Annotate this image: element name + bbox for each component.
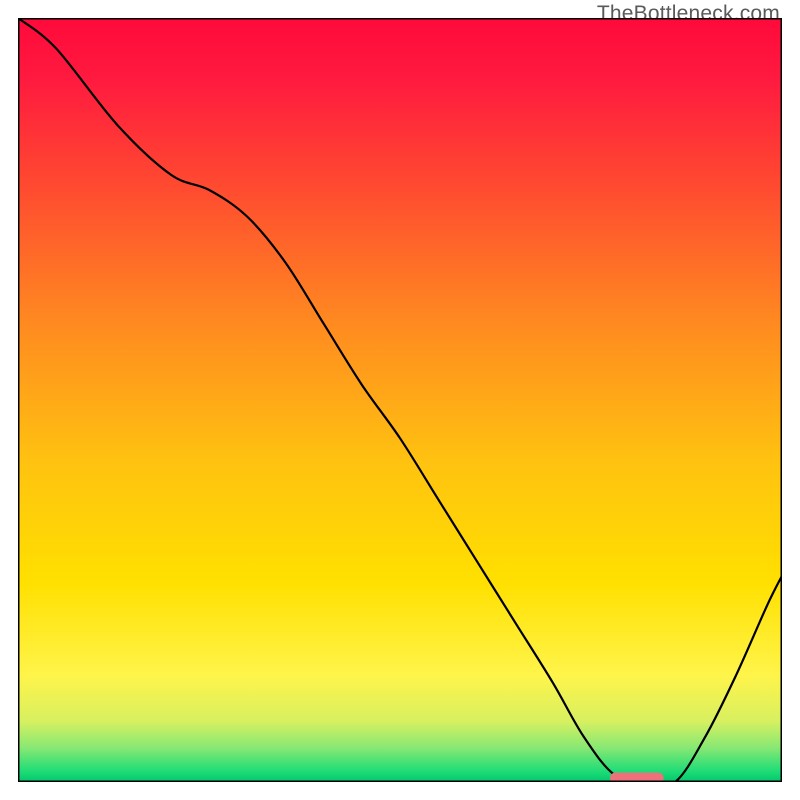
chart-svg	[18, 18, 782, 782]
bottleneck-chart	[18, 18, 782, 782]
gradient-background	[18, 18, 782, 782]
